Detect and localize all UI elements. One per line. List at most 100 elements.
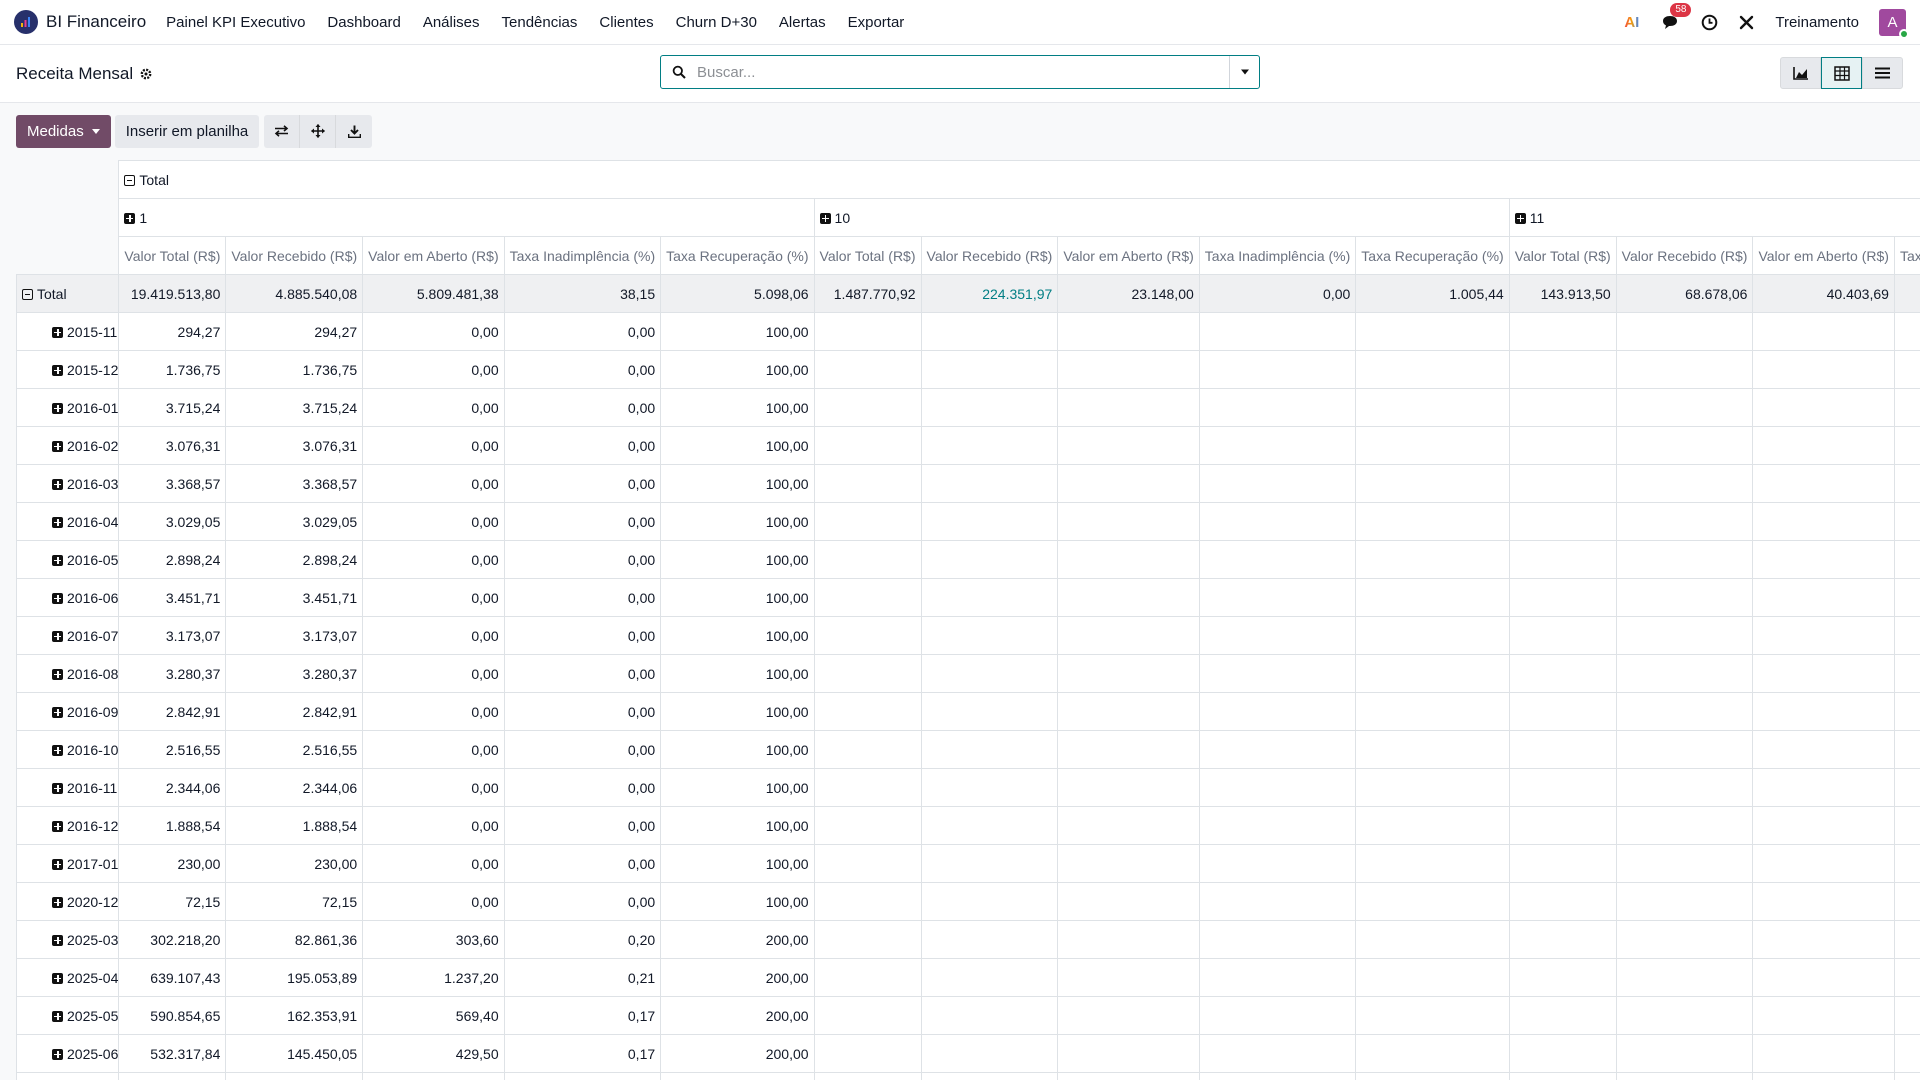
pivot-cell[interactable]: 569,40	[362, 996, 505, 1035]
pivot-cell[interactable]	[1615, 920, 1754, 959]
pivot-cell[interactable]	[1508, 426, 1617, 465]
row-header[interactable]: 2016-03	[16, 464, 120, 503]
pivot-cell[interactable]	[1893, 1072, 1920, 1080]
pivot-cell[interactable]	[503, 1072, 662, 1080]
pivot-cell[interactable]: 230,00	[118, 844, 227, 883]
pivot-cell[interactable]: 3.076,31	[225, 426, 364, 465]
menu-alertas[interactable]: Alertas	[779, 14, 826, 31]
pivot-cell[interactable]	[1355, 426, 1510, 465]
pivot-cell[interactable]	[118, 1072, 227, 1080]
pivot-cell[interactable]	[1355, 388, 1510, 427]
measure-header[interactable]: Valor Recebido (R$)	[920, 236, 1059, 275]
pivot-cell[interactable]	[920, 844, 1059, 883]
row-header[interactable]: 2020-12	[16, 882, 120, 921]
pivot-cell[interactable]: 100,00	[660, 730, 815, 769]
pivot-cell[interactable]: 2.898,24	[225, 540, 364, 579]
pivot-cell[interactable]	[920, 350, 1059, 389]
row-header[interactable]: 2016-09	[16, 692, 120, 731]
pivot-cell[interactable]	[1508, 1034, 1617, 1073]
pivot-cell[interactable]: 3.280,37	[225, 654, 364, 693]
pivot-cell[interactable]	[920, 996, 1059, 1035]
measure-header[interactable]: Valor em Aberto (R$)	[362, 236, 505, 275]
pivot-cell[interactable]: 230,00	[225, 844, 364, 883]
pivot-cell[interactable]	[813, 388, 922, 427]
pivot-cell[interactable]	[1355, 1072, 1510, 1080]
pivot-cell[interactable]: 302.218,20	[118, 920, 227, 959]
pivot-cell[interactable]	[1615, 1072, 1754, 1080]
pivot-cell[interactable]	[1893, 540, 1920, 579]
pivot-cell[interactable]	[1893, 1034, 1920, 1073]
pivot-cell[interactable]	[920, 958, 1059, 997]
pivot-cell[interactable]	[1198, 1034, 1357, 1073]
pivot-cell[interactable]	[920, 1072, 1059, 1080]
pivot-cell[interactable]: 145.450,05	[225, 1034, 364, 1073]
pivot-cell[interactable]	[1355, 692, 1510, 731]
pivot-cell[interactable]	[1355, 844, 1510, 883]
pivot-cell[interactable]: 200,00	[660, 958, 815, 997]
pivot-cell[interactable]	[1508, 730, 1617, 769]
measures-dropdown-button[interactable]: Medidas	[16, 114, 111, 148]
pivot-cell[interactable]: 0,00	[503, 350, 662, 389]
measure-header[interactable]: Valor Total (R$)	[813, 236, 922, 275]
pivot-cell[interactable]	[1893, 350, 1920, 389]
pivot-cell[interactable]: 100,00	[660, 844, 815, 883]
pivot-cell[interactable]: 3.715,24	[118, 388, 227, 427]
pivot-cell[interactable]: 3.173,07	[225, 616, 364, 655]
search-options-toggle[interactable]	[1229, 56, 1259, 88]
pivot-cell[interactable]: 294,27	[118, 312, 227, 351]
pivot-cell[interactable]	[1355, 540, 1510, 579]
pivot-cell[interactable]	[813, 882, 922, 921]
measure-header[interactable]: Valor Recebido (R$)	[1615, 236, 1754, 275]
pivot-cell[interactable]	[1198, 578, 1357, 617]
menu-tendencias[interactable]: Tendências	[502, 14, 578, 31]
pivot-cell[interactable]	[1355, 768, 1510, 807]
pivot-cell[interactable]	[1752, 1072, 1895, 1080]
download-button[interactable]	[336, 114, 373, 148]
pivot-cell[interactable]	[1615, 654, 1754, 693]
pivot-cell[interactable]	[920, 806, 1059, 845]
pivot-cell[interactable]: 1.005,44	[1355, 274, 1510, 313]
pivot-cell[interactable]	[1057, 1034, 1200, 1073]
pivot-cell[interactable]: 100,00	[660, 578, 815, 617]
row-header[interactable]: 2016-01	[16, 388, 120, 427]
pivot-cell[interactable]	[813, 920, 922, 959]
measure-header[interactable]: Taxa Inadimplência (%)	[1198, 236, 1357, 275]
pivot-cell[interactable]	[1057, 350, 1200, 389]
pivot-cell[interactable]	[813, 464, 922, 503]
pivot-cell[interactable]: 2.516,55	[118, 730, 227, 769]
row-header-total[interactable]: Total	[16, 274, 120, 313]
pivot-cell[interactable]: 0,00	[503, 692, 662, 731]
menu-exportar[interactable]: Exportar	[848, 14, 905, 31]
pivot-cell[interactable]	[1893, 274, 1920, 313]
pivot-cell[interactable]: 72,15	[225, 882, 364, 921]
pivot-cell[interactable]	[920, 312, 1059, 351]
pivot-cell[interactable]	[1198, 1072, 1357, 1080]
row-header[interactable]: 2015-11	[16, 312, 120, 351]
pivot-cell[interactable]	[1508, 768, 1617, 807]
menu-analises[interactable]: Análises	[423, 14, 480, 31]
pivot-cell[interactable]	[813, 312, 922, 351]
pivot-cell[interactable]: 4.885.540,08	[225, 274, 364, 313]
pivot-cell[interactable]	[813, 1072, 922, 1080]
pivot-cell[interactable]: 100,00	[660, 426, 815, 465]
insert-in-spreadsheet-button[interactable]: Inserir em planilha	[114, 114, 260, 148]
pivot-cell[interactable]	[1615, 312, 1754, 351]
user-name[interactable]: Treinamento	[1775, 14, 1859, 31]
pivot-cell[interactable]: 23.148,00	[1057, 274, 1200, 313]
pivot-cell[interactable]: 200,00	[660, 920, 815, 959]
pivot-cell[interactable]: 0,00	[503, 616, 662, 655]
pivot-cell[interactable]	[1355, 730, 1510, 769]
pivot-cell[interactable]: 639.107,43	[118, 958, 227, 997]
pivot-cell[interactable]	[920, 464, 1059, 503]
pivot-cell[interactable]: 0,00	[503, 654, 662, 693]
pivot-cell[interactable]	[1198, 958, 1357, 997]
pivot-cell[interactable]	[920, 388, 1059, 427]
pivot-cell[interactable]	[813, 1034, 922, 1073]
pivot-cell[interactable]: 1.736,75	[118, 350, 227, 389]
pivot-cell[interactable]: 2.842,91	[225, 692, 364, 731]
pivot-cell[interactable]	[1752, 692, 1895, 731]
pivot-cell[interactable]: 0,00	[503, 578, 662, 617]
col-header-group-11[interactable]: 11	[1508, 198, 1920, 237]
measure-header[interactable]: Valor em Aberto (R$)	[1752, 236, 1895, 275]
pivot-cell[interactable]	[1508, 654, 1617, 693]
